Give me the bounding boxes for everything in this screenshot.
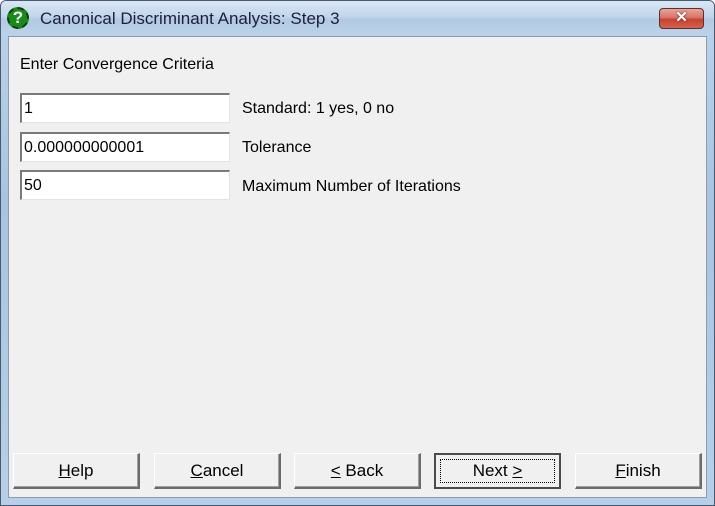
finish-button[interactable]: Finish — [575, 453, 702, 489]
back-label: Back — [340, 460, 384, 480]
cancel-mnemonic: C — [190, 460, 203, 480]
dialog-body: Enter Convergence Criteria Standard: 1 y… — [8, 36, 707, 498]
title-bar[interactable]: ? Canonical Discriminant Analysis: Step … — [1, 1, 714, 35]
next-button[interactable]: Next > — [434, 453, 561, 489]
dialog-window: ? Canonical Discriminant Analysis: Step … — [0, 0, 715, 506]
max-iterations-label: Maximum Number of Iterations — [242, 178, 461, 195]
cancel-button[interactable]: Cancel — [154, 453, 281, 489]
section-heading: Enter Convergence Criteria — [20, 56, 214, 73]
help-question-icon: ? — [7, 7, 29, 29]
close-icon: ✕ — [675, 9, 688, 26]
help-label: elp — [70, 460, 94, 480]
back-mnemonic: < — [330, 460, 341, 480]
cancel-label: ancel — [202, 460, 244, 480]
window-title: Canonical Discriminant Analysis: Step 3 — [40, 9, 340, 28]
tolerance-input[interactable] — [20, 132, 230, 162]
back-button[interactable]: < Back — [294, 453, 421, 489]
max-iterations-input[interactable] — [20, 170, 230, 200]
standardize-input[interactable] — [20, 93, 230, 123]
focus-rectangle — [440, 459, 555, 483]
close-button[interactable]: ✕ — [659, 8, 704, 29]
help-mnemonic: H — [58, 460, 71, 480]
help-button[interactable]: Help — [13, 453, 140, 489]
finish-label: inish — [625, 460, 661, 480]
tolerance-label: Tolerance — [242, 139, 312, 156]
standardize-label: Standard: 1 yes, 0 no — [242, 100, 395, 117]
finish-mnemonic: F — [615, 460, 626, 480]
